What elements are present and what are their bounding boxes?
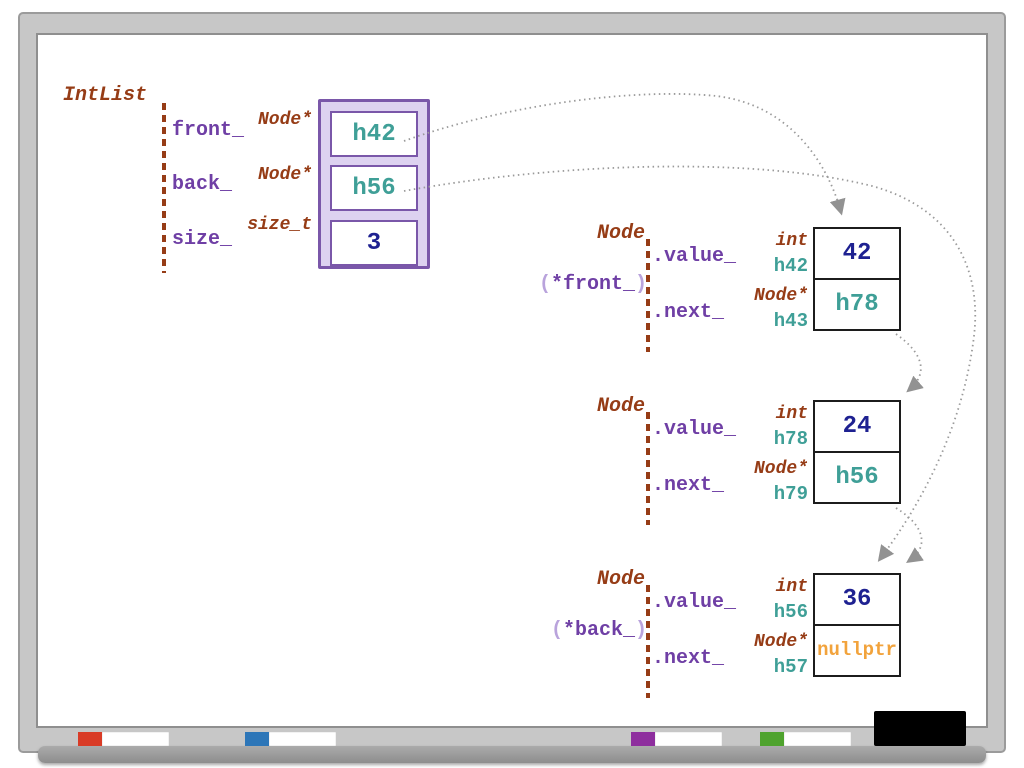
- node3-alias-close: ): [635, 619, 647, 642]
- node2-brace-line: [646, 412, 650, 525]
- marker-tray: [38, 746, 986, 763]
- node2-title: Node: [500, 397, 645, 417]
- node1-next-addr: h43: [700, 312, 808, 331]
- node3-box: 36 nullptr: [813, 573, 901, 677]
- node1-alias-body: *front_: [551, 273, 635, 296]
- intlist-brace-line: [162, 103, 166, 273]
- intlist-field-front-type: Node*: [192, 111, 312, 129]
- red-marker: [78, 732, 169, 746]
- node3-next-addr: h57: [700, 658, 808, 677]
- node1-next-cell: h78: [813, 278, 901, 331]
- node1-box: 42 h78: [813, 227, 901, 331]
- node1-alias: (*front_): [500, 275, 647, 295]
- node3-next-cell: nullptr: [813, 624, 901, 677]
- blue-marker-cap: [245, 732, 269, 746]
- node1-alias-open: (: [539, 273, 551, 296]
- intlist-size-value: 3: [330, 220, 418, 266]
- blue-marker: [245, 732, 336, 746]
- eraser: [874, 711, 966, 746]
- purple-marker-cap: [631, 732, 655, 746]
- blue-marker-body: [269, 732, 336, 746]
- node3-value-type: int: [700, 578, 808, 596]
- intlist-front-value: h42: [330, 111, 418, 157]
- green-marker-body: [784, 732, 851, 746]
- node3-next-type: Node*: [700, 633, 808, 651]
- intlist-field-back-type: Node*: [192, 166, 312, 184]
- intlist-title: IntList: [63, 86, 147, 106]
- intlist-back-value: h56: [330, 165, 418, 211]
- intlist-box: h42 h56 3: [318, 99, 430, 269]
- node3-value-addr: h56: [700, 603, 808, 622]
- node1-alias-close: ): [635, 273, 647, 296]
- node2-next-cell: h56: [813, 451, 901, 504]
- node3-value-cell: 36: [813, 573, 901, 626]
- whiteboard-page: IntList front_ Node* back_ Node* size_ s…: [0, 0, 1024, 768]
- node2-box: 24 h56: [813, 400, 901, 504]
- node-struct-2: Node .value_ int h78 .next_ Node* h79 24…: [500, 397, 910, 532]
- node2-value-addr: h78: [700, 430, 808, 449]
- node3-title: Node: [500, 570, 645, 590]
- node1-title: Node: [500, 224, 645, 244]
- purple-marker: [631, 732, 722, 746]
- node2-next-addr: h79: [700, 485, 808, 504]
- red-marker-cap: [78, 732, 102, 746]
- node3-alias-open: (: [551, 619, 563, 642]
- intlist-field-size-type: size_t: [192, 216, 312, 234]
- node2-next-type: Node*: [700, 460, 808, 478]
- node1-next-type: Node*: [700, 287, 808, 305]
- node3-alias-body: *back_: [563, 619, 635, 642]
- purple-marker-body: [655, 732, 722, 746]
- intlist-struct: IntList front_ Node* back_ Node* size_ s…: [60, 86, 440, 286]
- node1-value-cell: 42: [813, 227, 901, 280]
- node1-value-type: int: [700, 232, 808, 250]
- red-marker-body: [102, 732, 169, 746]
- node3-alias: (*back_): [500, 621, 647, 641]
- green-marker: [760, 732, 851, 746]
- node-struct-3: Node (*back_) .value_ int h56 .next_ Nod…: [500, 570, 910, 705]
- node-struct-1: Node (*front_) .value_ int h42 .next_ No…: [500, 224, 910, 359]
- node2-value-cell: 24: [813, 400, 901, 453]
- node1-value-addr: h42: [700, 257, 808, 276]
- green-marker-cap: [760, 732, 784, 746]
- node2-value-type: int: [700, 405, 808, 423]
